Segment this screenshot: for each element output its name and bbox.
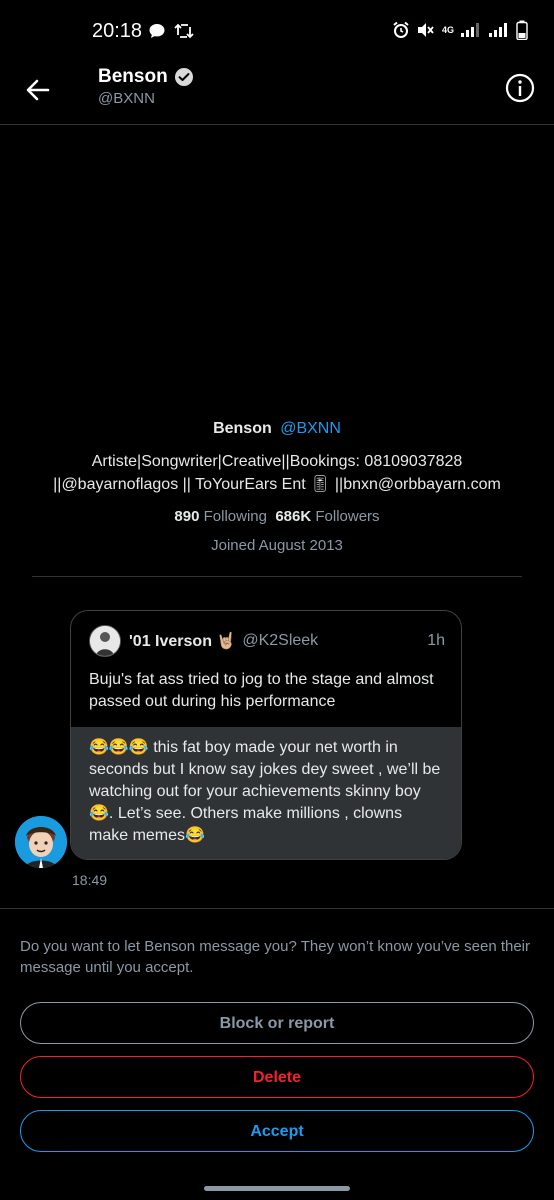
quoted-tweet[interactable]: '01 Iverson 🤘🏼 @K2Sleek 1h Buju's fat as… xyxy=(71,611,461,727)
verified-badge-icon xyxy=(174,68,193,86)
divider xyxy=(32,576,522,577)
message-request-notice: Do you want to let Benson message you? T… xyxy=(20,938,531,976)
message-timestamp: 18:49 xyxy=(72,872,108,888)
header-title[interactable]: Benson xyxy=(98,66,194,88)
conversation-header: Benson @BXNN xyxy=(0,60,554,125)
bio-line: ||@bayarnoflagos || ToYourEars Ent 🎚 ||b… xyxy=(53,476,501,493)
bio-line: Artiste|Songwriter|Creative||Bookings: 0… xyxy=(91,453,463,470)
signal-strength-icon xyxy=(461,23,479,37)
quoted-tweet-header: '01 Iverson 🤘🏼 @K2Sleek 1h xyxy=(89,625,445,657)
profile-handle[interactable]: @BXNN xyxy=(280,420,341,437)
followers-count: 686K xyxy=(275,508,312,525)
system-status-icons: 4G xyxy=(392,20,528,40)
following-count: 890 xyxy=(174,508,200,525)
delete-button[interactable]: Delete xyxy=(20,1056,534,1098)
header-handle: @BXNN xyxy=(98,90,155,107)
status-notification-icons xyxy=(148,22,194,40)
followers-label: Followers xyxy=(315,508,380,525)
message-bubble[interactable]: '01 Iverson 🤘🏼 @K2Sleek 1h Buju's fat as… xyxy=(70,610,462,860)
profile-stats: 890 Following 686K Followers xyxy=(0,508,554,525)
arrow-left-icon[interactable] xyxy=(22,74,54,106)
status-time: 20:18 xyxy=(92,20,143,42)
joined-date: Joined August 2013 xyxy=(211,537,343,554)
info-circle-icon[interactable] xyxy=(504,72,536,104)
avatar xyxy=(89,625,121,657)
signal-strength-icon-2 xyxy=(489,23,507,37)
mute-icon xyxy=(417,23,434,37)
home-indicator[interactable] xyxy=(204,1186,350,1191)
network-type-label: 4G xyxy=(441,24,454,35)
profile-name: Benson xyxy=(213,420,272,437)
sender-avatar[interactable] xyxy=(15,816,67,868)
alarm-icon xyxy=(393,21,409,38)
following-label: Following xyxy=(203,508,267,525)
quoted-time: 1h xyxy=(427,632,445,649)
profile-name-line: Benson @BXNN xyxy=(0,420,554,438)
quoted-tweet-text: Buju's fat ass tried to jog to the stage… xyxy=(89,671,434,710)
message-text: 😂😂😂 this fat boy made your net worth in … xyxy=(71,727,461,859)
quoted-author-name: '01 Iverson 🤘🏼 xyxy=(129,633,237,650)
person-avatar-icon xyxy=(90,626,120,656)
profile-summary[interactable]: Benson @BXNN Artiste|Songwriter|Creative… xyxy=(0,420,554,554)
block-or-report-button[interactable]: Block or report xyxy=(20,1002,534,1044)
status-bar: 20:18 4G xyxy=(0,0,554,60)
cartoon-avatar-icon xyxy=(15,816,67,868)
battery-icon xyxy=(516,20,528,40)
divider xyxy=(0,908,554,909)
quoted-author-handle: @K2Sleek xyxy=(242,632,319,649)
chat-bubble-icon xyxy=(149,24,165,38)
accept-button[interactable]: Accept xyxy=(20,1110,534,1152)
retweet-icon xyxy=(174,23,194,39)
profile-bio: Artiste|Songwriter|Creative||Bookings: 0… xyxy=(0,450,554,496)
header-name: Benson xyxy=(98,66,168,87)
